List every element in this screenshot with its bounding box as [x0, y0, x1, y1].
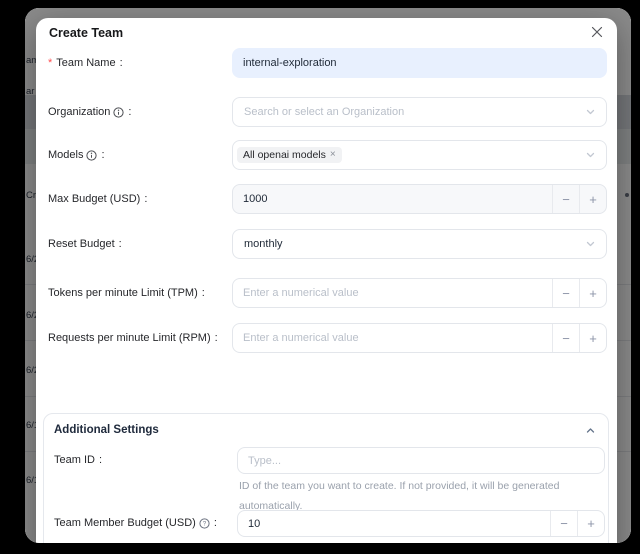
tpm-input[interactable] [233, 279, 552, 307]
organization-label: Organization : [48, 97, 131, 127]
additional-settings-panel: Additional Settings Team ID: ID of the t… [43, 413, 609, 543]
max-budget-input[interactable] [233, 185, 552, 213]
max-budget-row: Max Budget (USD): − + [36, 184, 617, 214]
additional-settings-title: Additional Settings [54, 424, 159, 436]
reset-budget-value: monthly [233, 238, 283, 250]
chevron-up-icon [585, 423, 596, 441]
tpm-row: Tokens per minute Limit (TPM): − + [36, 278, 617, 308]
required-asterisk: * [48, 48, 52, 78]
question-icon: ? [199, 518, 210, 529]
reset-budget-label: Reset Budget: [48, 229, 122, 259]
team-member-budget-input[interactable] [238, 511, 550, 536]
modal-title: Create Team [49, 26, 123, 40]
app-window: am ar Cr 6/2 6/2 6/2 6/1 6/1 Create Team… [25, 8, 631, 543]
plus-button[interactable]: + [577, 511, 604, 536]
organization-select[interactable]: Search or select an Organization [232, 97, 607, 127]
models-label: Models : [48, 140, 105, 170]
max-budget-label: Max Budget (USD): [48, 184, 147, 214]
tpm-label: Tokens per minute Limit (TPM): [48, 278, 205, 308]
models-select[interactable]: All openai models × [232, 140, 607, 170]
rpm-input[interactable] [233, 324, 552, 352]
minus-button[interactable]: − [552, 185, 579, 213]
minus-button[interactable]: − [552, 279, 579, 307]
close-button[interactable] [588, 25, 606, 43]
info-icon [113, 107, 124, 118]
plus-button[interactable]: + [579, 279, 606, 307]
create-team-modal: Create Team * Team Name: [36, 18, 617, 543]
chevron-down-icon [585, 239, 596, 250]
screen: am ar Cr 6/2 6/2 6/2 6/1 6/1 Create Team… [0, 0, 640, 554]
team-id-label: Team ID: [54, 454, 102, 466]
chevron-down-icon [585, 150, 596, 161]
models-tag: All openai models × [237, 147, 342, 163]
organization-row: Organization : Search or select an Organ… [36, 97, 617, 127]
info-icon [86, 150, 97, 161]
team-id-input[interactable] [238, 448, 604, 473]
tag-remove-icon[interactable]: × [330, 150, 336, 160]
reset-budget-select[interactable]: monthly [232, 229, 607, 259]
chevron-down-icon [585, 107, 596, 118]
models-row: Models : All openai models × [36, 140, 617, 170]
svg-text:?: ? [203, 520, 207, 527]
rpm-label: Requests per minute Limit (RPM): [48, 323, 218, 353]
minus-button[interactable]: − [550, 511, 577, 536]
panel-collapse-button[interactable] [583, 425, 597, 439]
reset-budget-row: Reset Budget: monthly [36, 229, 617, 259]
minus-button[interactable]: − [552, 324, 579, 352]
organization-placeholder: Search or select an Organization [233, 106, 404, 118]
close-icon [591, 25, 603, 43]
team-name-input[interactable] [233, 49, 606, 77]
plus-button[interactable]: + [579, 185, 606, 213]
team-name-label: * Team Name: [48, 48, 123, 78]
rpm-row: Requests per minute Limit (RPM): − + [36, 323, 617, 353]
plus-button[interactable]: + [579, 324, 606, 352]
team-name-row: * Team Name: [36, 48, 617, 78]
team-member-budget-label: Team Member Budget (USD) ? : [54, 517, 217, 529]
